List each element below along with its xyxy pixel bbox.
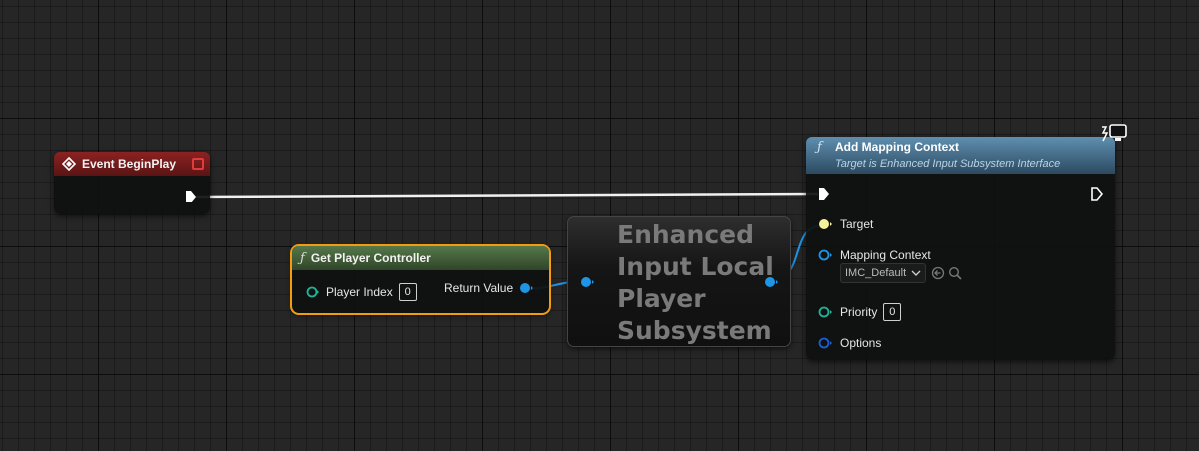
get-player-controller-header[interactable]: ƒ Get Player Controller [292, 246, 549, 270]
event-diamond-icon [62, 157, 76, 171]
priority-pin[interactable] [818, 306, 834, 318]
mapping-context-value: IMC_Default [845, 267, 907, 279]
add-mapping-context-subtitle: Target is Enhanced Input Subsystem Inter… [835, 158, 1061, 170]
function-f-icon: ƒ [817, 140, 822, 155]
target-label: Target [840, 217, 874, 231]
return-value-pin[interactable] [519, 282, 535, 294]
mapping-context-row: IMC_Default [840, 263, 962, 283]
options-input[interactable]: Options [818, 336, 881, 350]
target-pin[interactable] [818, 218, 834, 230]
subsystem-title-line-3: Player [617, 284, 706, 313]
event-exec-out-pin[interactable] [185, 190, 197, 202]
event-beginplay-node[interactable]: Event BeginPlay [54, 152, 210, 214]
mapping-context-input[interactable]: Mapping Context [818, 248, 931, 262]
player-index-label: Player Index [326, 285, 393, 299]
function-f-icon: ƒ [300, 250, 305, 266]
player-index-input[interactable]: Player Index 0 [306, 283, 417, 301]
enhanced-input-subsystem-node[interactable]: Enhanced Input Local Player Subsystem [567, 216, 791, 347]
client-monitor-icon [1101, 124, 1127, 142]
add-mapping-context-node[interactable]: ƒ Add Mapping Context Target is Enhanced… [806, 124, 1127, 360]
exec-wire[interactable] [195, 192, 819, 199]
mapping-context-pin[interactable] [818, 249, 834, 261]
priority-input[interactable]: Priority 0 [818, 303, 902, 321]
amc-exec-out-pin[interactable] [1091, 187, 1103, 201]
get-player-controller-title: Get Player Controller [310, 251, 431, 265]
subsystem-title: Enhanced Input Local Player Subsystem [617, 219, 774, 347]
options-label: Options [840, 336, 882, 350]
use-selected-asset-icon[interactable] [931, 266, 945, 280]
subsystem-output-pin[interactable] [764, 276, 780, 288]
options-pin[interactable] [818, 337, 834, 349]
browse-asset-search-icon[interactable] [948, 266, 962, 280]
amc-exec-in-pin[interactable] [818, 187, 830, 201]
subsystem-title-line-2: Input Local [617, 252, 774, 281]
event-beginplay-title: Event BeginPlay [82, 157, 177, 171]
return-value-output[interactable]: Return Value [444, 281, 535, 295]
add-mapping-context-title: Add Mapping Context [835, 140, 959, 154]
subsystem-input-pin[interactable] [580, 276, 596, 288]
target-input[interactable]: Target [818, 217, 873, 231]
subsystem-title-line-4: Subsystem [617, 316, 772, 345]
event-beginplay-header[interactable]: Event BeginPlay [54, 152, 210, 176]
subsystem-title-line-1: Enhanced [617, 220, 755, 249]
return-value-label: Return Value [444, 281, 514, 295]
player-index-pin[interactable] [306, 286, 320, 298]
mapping-context-label: Mapping Context [840, 248, 931, 262]
mapping-context-dropdown[interactable]: IMC_Default [840, 263, 927, 283]
get-player-controller-node[interactable]: ƒ Get Player Controller Player Index 0 R… [290, 244, 551, 315]
event-delegate-pin[interactable] [192, 158, 204, 170]
chevron-down-icon [911, 270, 921, 276]
add-mapping-context-header[interactable]: ƒ Add Mapping Context Target is Enhanced… [806, 137, 1115, 174]
player-index-value[interactable]: 0 [398, 283, 417, 301]
priority-value[interactable]: 0 [883, 303, 902, 321]
priority-label: Priority [840, 305, 878, 319]
